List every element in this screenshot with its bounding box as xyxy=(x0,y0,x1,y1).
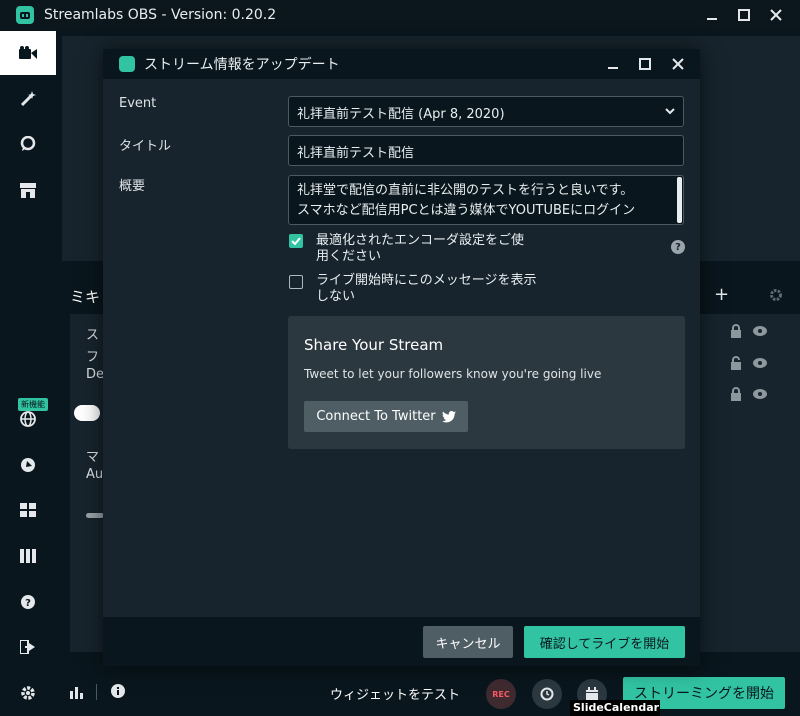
update-stream-info-dialog: ストリーム情報をアップデート Event 礼拝直前テスト配信 (Apr 8, 2… xyxy=(103,49,700,666)
layout-grid-icon xyxy=(20,503,36,517)
toggle-switch[interactable] xyxy=(74,405,100,421)
test-widgets-button[interactable]: ウィジェットをテスト xyxy=(330,684,460,703)
mixer-row-label: De xyxy=(86,367,105,382)
sidebar-item-settings[interactable] xyxy=(0,671,56,715)
chat-bubble-icon xyxy=(20,136,36,151)
help-icon: ? xyxy=(21,595,35,609)
svg-text:?: ? xyxy=(25,598,31,609)
overlay-label: SlideCalendar xyxy=(570,700,660,716)
mixer-title: ミキ xyxy=(70,288,101,306)
eye-icon[interactable] xyxy=(752,388,768,400)
sidebar-item-globe[interactable] xyxy=(0,397,56,441)
description-line: 礼拝堂で配信の直前に非公開のテストを行うと良いです。 xyxy=(297,183,634,198)
connect-twitter-button[interactable]: Connect To Twitter xyxy=(304,401,468,432)
close-window-button[interactable] xyxy=(758,0,794,30)
mixer-row-label: マ xyxy=(86,450,100,465)
magic-wand-icon xyxy=(20,91,36,107)
dont-show-message-label: ライブ開始時にこのメッセージを表示 しない xyxy=(316,273,566,305)
checkmark-icon xyxy=(291,237,301,245)
dialog-minimize-button[interactable] xyxy=(596,49,630,79)
dont-show-message-checkbox[interactable] xyxy=(289,275,303,289)
divider xyxy=(96,684,97,700)
sidebar-item-logout[interactable] xyxy=(0,625,56,669)
sidebar-item-layout[interactable] xyxy=(0,488,56,532)
streamlabs-logo-icon xyxy=(16,6,34,24)
sidebar-item-store[interactable] xyxy=(0,168,56,212)
share-stream-panel: Share Your Stream Tweet to let your foll… xyxy=(288,316,685,449)
checkbox-label-line: しない xyxy=(316,289,356,304)
settings-gear-icon xyxy=(21,686,35,700)
dialog-maximize-button[interactable] xyxy=(628,49,662,79)
record-button[interactable]: REC xyxy=(486,679,516,709)
mixer-row-label: ス xyxy=(86,328,100,343)
title-label: タイトル xyxy=(119,139,172,154)
add-source-icon[interactable]: + xyxy=(714,286,729,304)
event-label: Event xyxy=(119,96,157,111)
sidebar-item-themes[interactable] xyxy=(0,77,56,121)
store-icon xyxy=(20,182,36,198)
video-camera-icon xyxy=(19,46,37,59)
share-description: Tweet to let your followers know you're … xyxy=(304,367,602,381)
dashboard-icon xyxy=(21,458,35,472)
chevron-down-icon xyxy=(665,108,675,115)
history-icon xyxy=(540,687,554,701)
unlock-icon[interactable] xyxy=(730,356,742,370)
info-icon[interactable] xyxy=(111,684,125,698)
volume-slider[interactable] xyxy=(86,513,104,518)
description-line: スマホなど配信用PCとは違う媒体でYOUTUBEにログイン xyxy=(297,203,636,218)
cancel-button[interactable]: キャンセル xyxy=(423,626,513,658)
help-icon[interactable]: ? xyxy=(671,240,685,254)
calendar-icon xyxy=(586,687,598,700)
maximize-button[interactable] xyxy=(726,0,762,30)
columns-icon xyxy=(20,549,36,563)
globe-icon xyxy=(20,411,36,427)
description-textarea[interactable]: 礼拝堂で配信の直前に非公開のテストを行うと良いです。 スマホなど配信用PCとは違… xyxy=(288,175,684,225)
title-input[interactable]: 礼拝直前テスト配信 xyxy=(288,135,684,166)
app-title: Streamlabs OBS - Version: 0.20.2 xyxy=(44,7,277,23)
connect-twitter-label: Connect To Twitter xyxy=(316,409,436,424)
logout-icon xyxy=(20,640,35,654)
sidebar-item-editor[interactable] xyxy=(0,31,56,75)
eye-icon[interactable] xyxy=(752,357,768,369)
sidebar-item-chat[interactable] xyxy=(0,122,56,166)
checkbox-label-line: 用ください xyxy=(316,249,382,264)
event-select-value: 礼拝直前テスト配信 (Apr 8, 2020) xyxy=(297,107,505,122)
optimize-encoder-checkbox[interactable] xyxy=(289,234,303,248)
share-title: Share Your Stream xyxy=(304,336,444,354)
confirm-go-live-button[interactable]: 確認してライブを開始 xyxy=(524,626,685,658)
mixer-row-label: フ xyxy=(86,350,100,365)
app-titlebar: Streamlabs OBS - Version: 0.20.2 xyxy=(0,0,800,30)
description-label: 概要 xyxy=(119,179,146,194)
event-select[interactable]: 礼拝直前テスト配信 (Apr 8, 2020) xyxy=(288,96,684,127)
optimize-encoder-label: 最適化されたエンコーダ設定をご使 用ください xyxy=(316,233,566,265)
eye-icon[interactable] xyxy=(752,325,768,337)
sidebar-item-help[interactable]: ? xyxy=(0,580,56,624)
dialog-title: ストリーム情報をアップデート xyxy=(144,57,340,73)
streamlabs-logo-icon xyxy=(119,56,135,72)
title-input-value: 礼拝直前テスト配信 xyxy=(297,146,415,161)
replay-buffer-button[interactable] xyxy=(532,679,562,709)
minimize-button[interactable] xyxy=(694,0,730,30)
dialog-close-button[interactable] xyxy=(661,49,695,79)
lock-icon[interactable] xyxy=(730,324,742,338)
sidebar-item-dashboard[interactable] xyxy=(0,443,56,487)
mixer-row-label: Au xyxy=(86,467,104,482)
stats-chart-icon[interactable] xyxy=(70,685,84,699)
checkbox-label-line: ライブ開始時にこのメッセージを表示 xyxy=(316,273,537,288)
sidebar-item-columns[interactable] xyxy=(0,534,56,578)
lock-icon[interactable] xyxy=(730,387,742,401)
twitter-bird-icon xyxy=(441,410,456,422)
checkbox-label-line: 最適化されたエンコーダ設定をご使 xyxy=(316,233,525,248)
textarea-scrollbar[interactable] xyxy=(677,177,682,223)
mixer-settings-gear-icon[interactable] xyxy=(769,288,783,302)
